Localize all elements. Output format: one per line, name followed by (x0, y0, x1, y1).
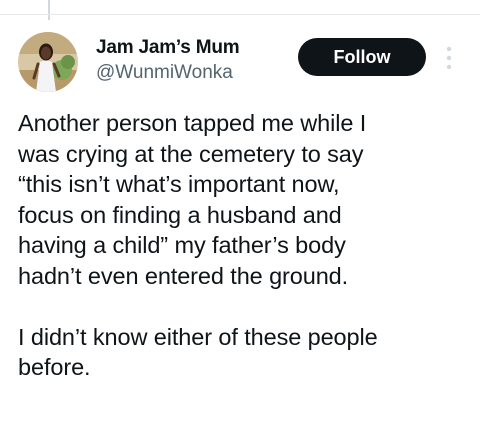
author-display-name[interactable]: Jam Jam’s Mum (96, 37, 240, 59)
author-handle[interactable]: @WunmiWonka (96, 62, 233, 84)
tweet-text: Another person tapped me while I was cry… (18, 110, 378, 380)
follow-button[interactable]: Follow (298, 38, 426, 76)
thread-connector-line (48, 0, 50, 20)
avatar[interactable] (18, 32, 78, 92)
profile-photo-icon (18, 32, 78, 92)
divider (0, 14, 480, 15)
more-vertical-icon[interactable] (444, 45, 454, 71)
